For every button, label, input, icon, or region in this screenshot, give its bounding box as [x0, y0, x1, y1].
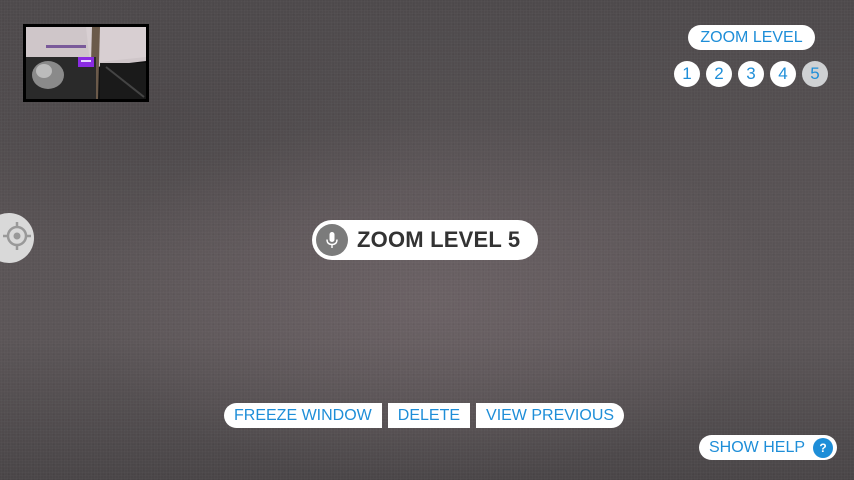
- crosshair-icon: [2, 221, 32, 256]
- microphone-icon: [316, 224, 348, 256]
- show-help-label: SHOW HELP: [709, 438, 806, 456]
- freeze-window-button[interactable]: FREEZE WINDOW: [224, 403, 382, 428]
- zoom-level-3-button[interactable]: 3: [738, 61, 764, 87]
- view-previous-button[interactable]: VIEW PREVIOUS: [476, 403, 625, 428]
- zoom-level-4-button[interactable]: 4: [770, 61, 796, 87]
- zoom-level-5-button[interactable]: 5: [802, 61, 828, 87]
- camera-preview-thumbnail: [23, 24, 149, 102]
- target-button[interactable]: [0, 213, 34, 263]
- show-help-button[interactable]: SHOW HELP ?: [699, 435, 838, 460]
- zoom-level-1-button[interactable]: 1: [674, 61, 700, 87]
- delete-button[interactable]: DELETE: [387, 403, 471, 428]
- help-icon: ?: [813, 437, 834, 458]
- toast-text: ZOOM LEVEL 5: [357, 227, 521, 252]
- zoom-level-selector: 1 2 3 4 5: [674, 61, 828, 87]
- zoom-level-title[interactable]: ZOOM LEVEL: [688, 25, 815, 50]
- zoom-level-2-button[interactable]: 2: [706, 61, 732, 87]
- voice-command-toast: ZOOM LEVEL 5: [312, 220, 539, 260]
- command-bar: FREEZE WINDOW DELETE VIEW PREVIOUS: [224, 403, 625, 428]
